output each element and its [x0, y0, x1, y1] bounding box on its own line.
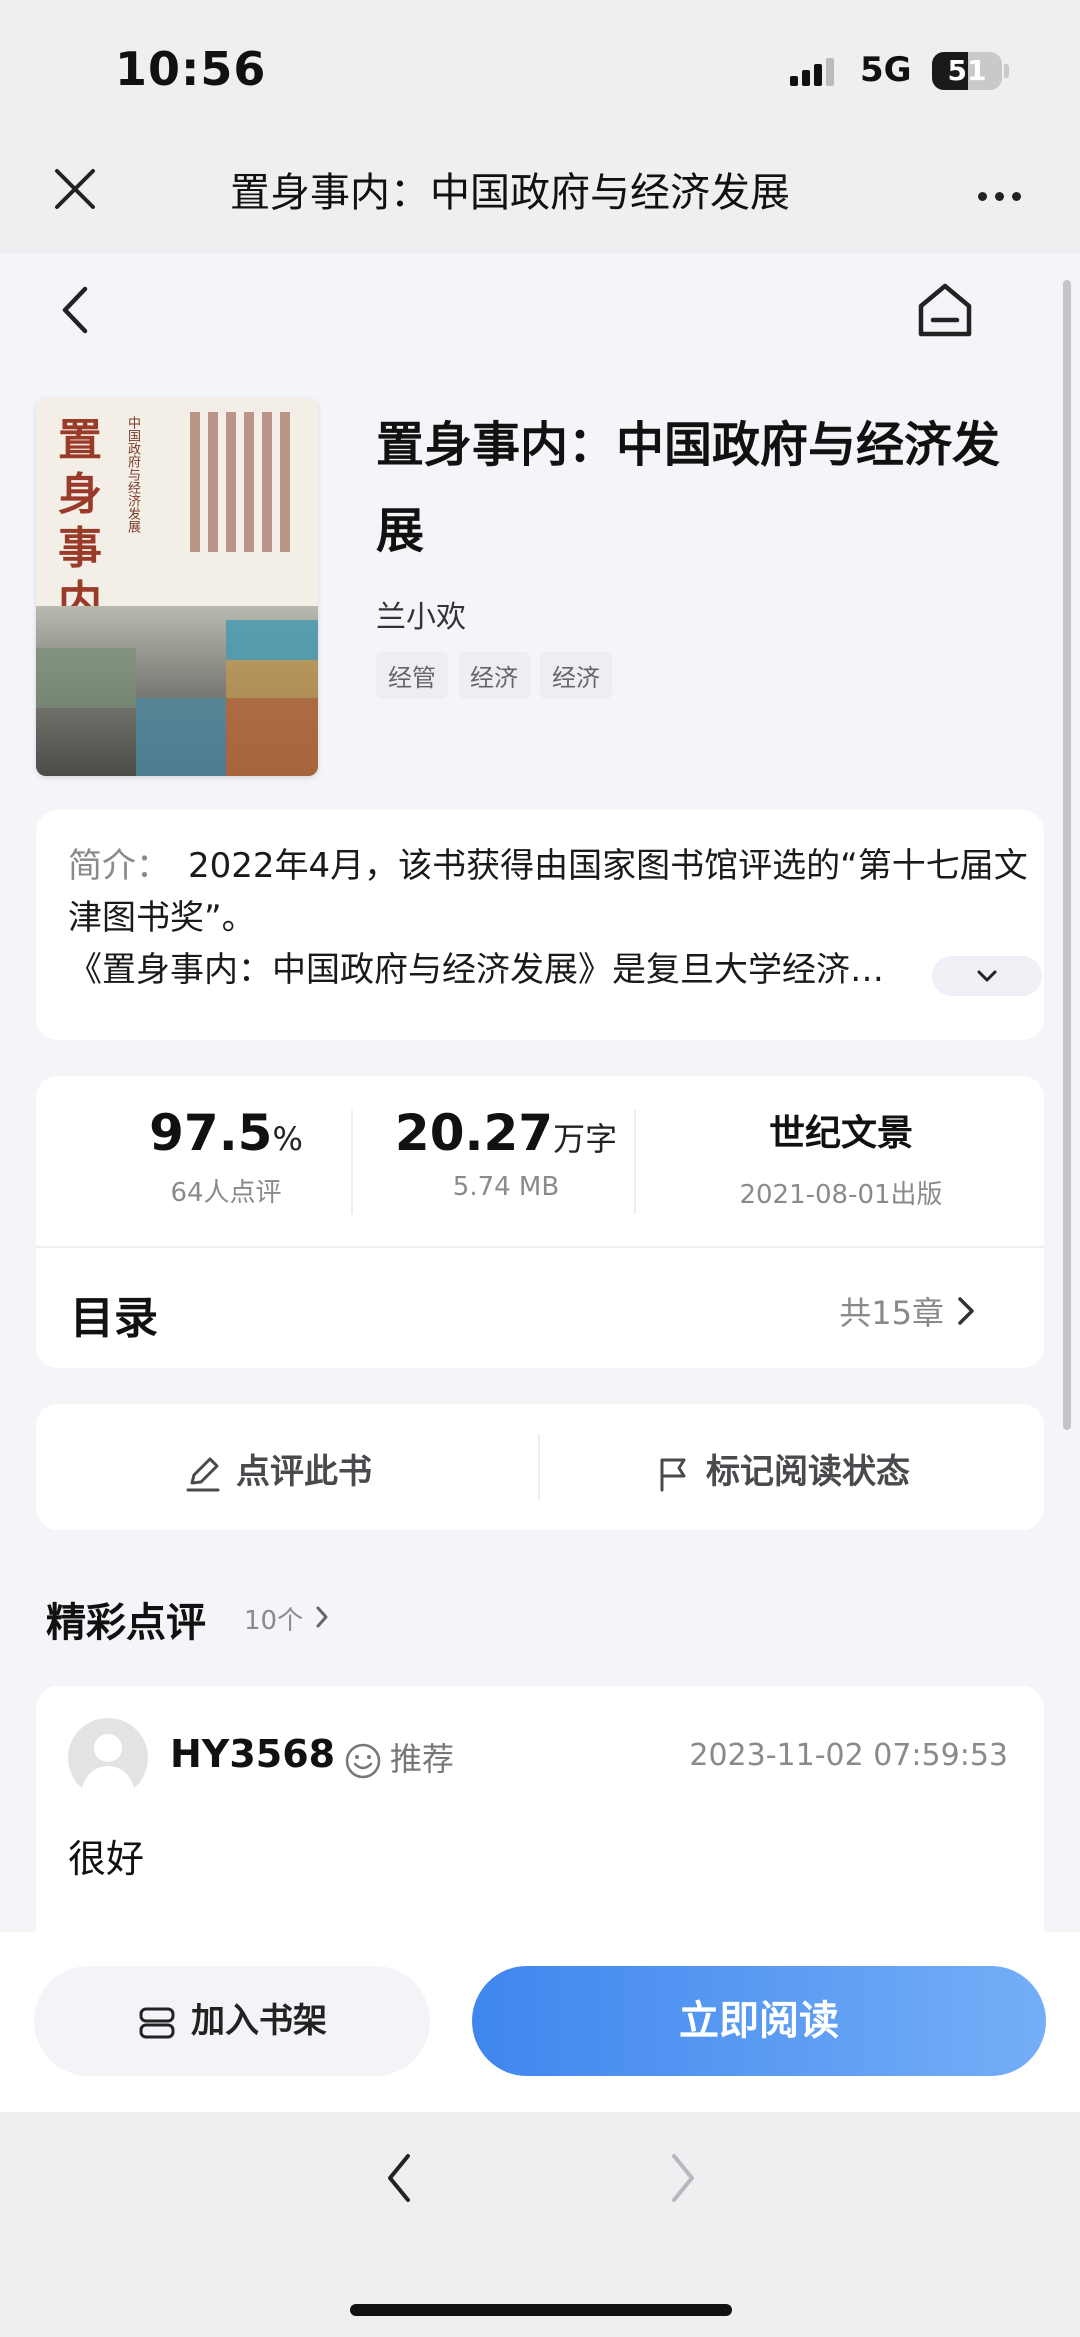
toc-count[interactable]: 共15章 [839, 1288, 944, 1334]
divider [634, 1110, 636, 1214]
chevron-right-icon[interactable] [954, 1294, 978, 1328]
cover-text-columns [186, 412, 306, 602]
status-time: 10:56 [115, 42, 267, 96]
rating-stat[interactable]: 97.5% 64人点评 [96, 1104, 356, 1209]
intro-text: 2022年4月，该书获得由国家图书馆评选的“第十七届文津图书奖”。 [68, 846, 1028, 938]
battery-cap [1004, 64, 1009, 78]
review-card[interactable]: HY3568 推荐 2023-11-02 07:59:53 很好 [36, 1686, 1044, 1936]
review-date: 2023-11-02 07:59:53 [689, 1738, 1008, 1773]
intro-line-1: 简介： 2022年4月，该书获得由国家图书馆评选的“第十七届文津图书奖”。 [68, 840, 1028, 944]
browser-nav-bar [0, 2112, 1080, 2337]
tag-item[interactable]: 经济 [458, 652, 530, 699]
cover-color-block [36, 648, 136, 708]
cellular-signal-icon [790, 58, 838, 86]
rating-value: 97.5 [149, 1104, 273, 1162]
reviews-count[interactable]: 10个 [244, 1600, 303, 1637]
rating-count: 64人点评 [170, 1178, 282, 1208]
action-card: 点评此书 标记阅读状态 [36, 1404, 1044, 1530]
cover-subtitle: 中国政府与经济发展 [125, 416, 140, 533]
intro-card[interactable]: 简介： 2022年4月，该书获得由国家图书馆评选的“第十七届文津图书奖”。 《置身… [36, 810, 1044, 1040]
expand-button[interactable] [932, 956, 1042, 996]
review-book-label: 点评此书 [236, 1452, 372, 1492]
words-value: 20.27 [394, 1104, 554, 1162]
flag-icon [660, 1458, 686, 1491]
tag-item[interactable]: 经济 [540, 652, 612, 699]
cover-color-block [226, 660, 318, 698]
divider [36, 1246, 1044, 1248]
toc-label[interactable]: 目录 [70, 1282, 158, 1346]
divider [351, 1110, 353, 1214]
words-stat: 20.27万字 5.74 MB [366, 1104, 646, 1202]
intro-line-2: 《置身事内：中国政府与经济发展》是复旦大学经济… [68, 950, 884, 990]
publish-date: 2021-08-01出版 [739, 1180, 943, 1210]
top-chrome: 10:56 5G 51 置身事内：中国政府与经济发展 [0, 0, 1080, 253]
reviews-section-title: 精彩点评 [46, 1600, 206, 1646]
review-username[interactable]: HY3568 [170, 1732, 335, 1776]
mark-reading-status-label: 标记阅读状态 [706, 1452, 910, 1492]
file-size: 5.74 MB [452, 1172, 560, 1202]
back-icon[interactable] [384, 2152, 414, 2204]
cover-color-block [226, 698, 318, 776]
recommend-badge: 推荐 [344, 1734, 454, 1780]
network-type: 5G [860, 50, 912, 90]
forward-icon[interactable] [668, 2152, 698, 2204]
book-tags: 经管 经济 经济 [376, 652, 612, 699]
home-icon[interactable] [915, 280, 975, 340]
review-book-button[interactable]: 点评此书 [184, 1444, 372, 1493]
add-to-shelf-label: 加入书架 [191, 2001, 327, 2041]
back-icon[interactable] [55, 285, 95, 335]
cover-color-block [136, 698, 226, 776]
chevron-down-icon [977, 970, 997, 982]
book-title: 置身事内：中国政府与经济发展 [376, 417, 1001, 559]
edit-icon [186, 1457, 220, 1491]
smile-icon [345, 1743, 381, 1779]
scrollbar[interactable] [1063, 280, 1071, 1430]
book-author[interactable]: 兰小欢 [376, 592, 466, 636]
battery-icon: 51 [932, 52, 1002, 90]
home-indicator[interactable] [350, 2304, 732, 2316]
bookshelf-icon [139, 2007, 175, 2038]
cover-title: 置身事内 [58, 415, 102, 628]
tag-item[interactable]: 经管 [376, 652, 448, 699]
page-title: 置身事内：中国政府与经济发展 [230, 170, 790, 216]
more-icon[interactable] [978, 186, 1029, 205]
words-unit: 万字 [553, 1120, 618, 1158]
add-to-shelf-button[interactable]: 加入书架 [34, 1966, 430, 2076]
close-icon[interactable] [52, 166, 98, 212]
recommend-label: 推荐 [390, 1740, 455, 1778]
title-fade [780, 150, 880, 220]
read-now-button[interactable]: 立即阅读 [472, 1966, 1046, 2076]
book-cover[interactable]: 置身事内 中国政府与经济发展 [36, 398, 318, 776]
chevron-right-icon[interactable] [314, 1604, 330, 1630]
intro-label: 简介： [68, 846, 170, 886]
avatar[interactable] [68, 1718, 148, 1798]
rating-unit: % [272, 1120, 303, 1158]
cover-color-block [226, 620, 318, 660]
publisher-name: 世纪文景 [768, 1113, 913, 1154]
mark-reading-status-button[interactable]: 标记阅读状态 [654, 1444, 910, 1493]
publisher-stat[interactable]: 世纪文景 2021-08-01出版 [656, 1104, 1026, 1211]
divider [538, 1434, 540, 1500]
stats-card: 97.5% 64人点评 20.27万字 5.74 MB 世纪文景 2021-08… [36, 1076, 1044, 1368]
bottom-action-bar: 加入书架 立即阅读 [0, 1932, 1080, 2112]
review-text: 很好 [68, 1837, 145, 1881]
battery-level: 51 [947, 54, 987, 87]
